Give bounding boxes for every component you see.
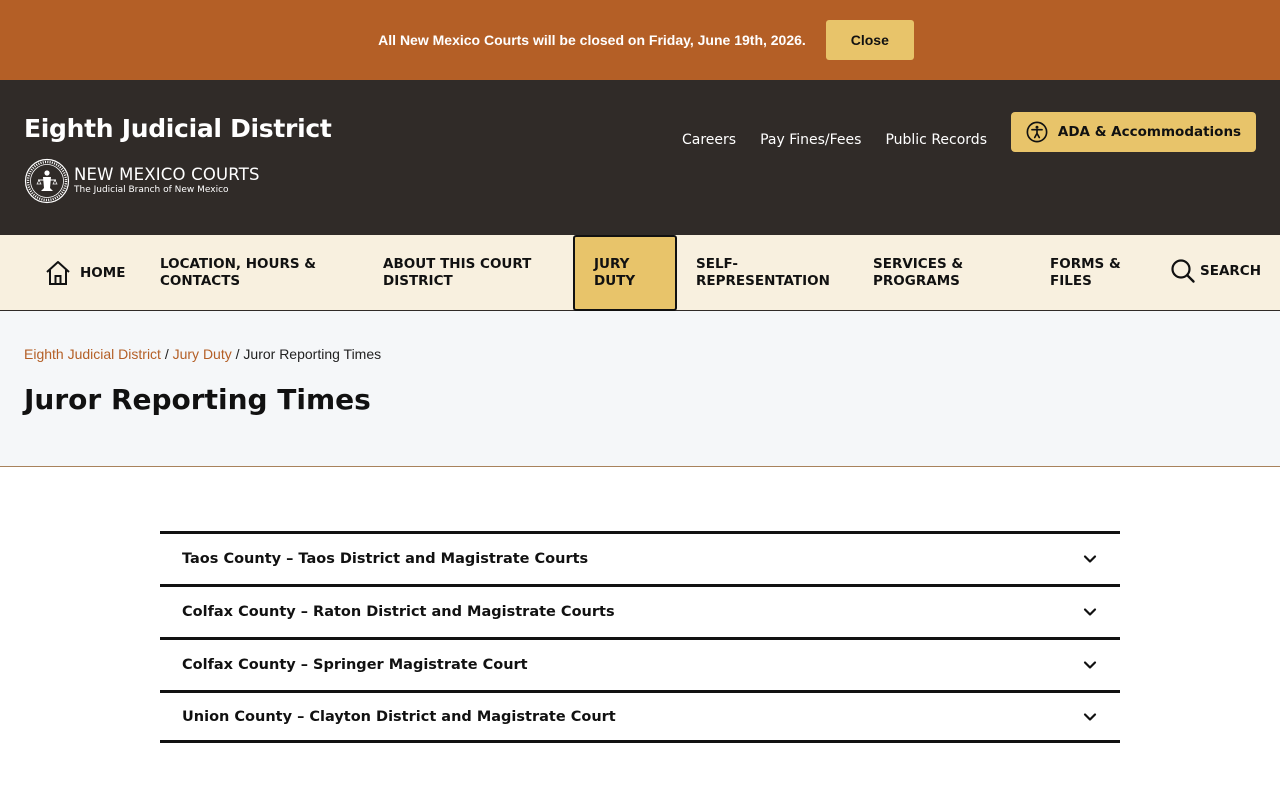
ada-button-label: ADA & Accommodations [1057, 124, 1242, 140]
nav-self-rep-line2: REPRESENTATION [696, 273, 830, 289]
nav-search-label: SEARCH [1200, 262, 1261, 279]
site-header: Eighth Judicial District NEW MEXICO COUR… [0, 80, 1280, 235]
home-icon [46, 261, 70, 285]
logo-sub-text: The Judicial Branch of New Mexico [74, 184, 229, 195]
nav-services-line2: PROGRAMS [873, 273, 960, 289]
alert-message: All New Mexico Courts will be closed on … [378, 32, 806, 48]
nav-self-representation[interactable]: SELF- REPRESENTATION [696, 235, 830, 311]
nav-location-line2: CONTACTS [160, 273, 241, 289]
nav-jury-duty[interactable]: JURY DUTY [573, 235, 677, 311]
breadcrumb-separator: / [164, 346, 169, 362]
nav-services-line1: SERVICES & [873, 256, 964, 272]
nav-self-rep-line1: SELF- [696, 256, 738, 272]
nav-forms-files[interactable]: FORMS & FILES [1050, 235, 1121, 311]
chevron-down-icon [1083, 712, 1097, 721]
nav-services-programs[interactable]: SERVICES & PROGRAMS [873, 235, 963, 311]
chevron-down-icon [1083, 661, 1097, 669]
nav-jury-line1: JURY [594, 256, 630, 272]
main-nav: HOME LOCATION, HOURS & CONTACTS ABOUT THI… [0, 235, 1280, 311]
court-seal-icon [24, 158, 70, 204]
breadcrumb-jury-duty-link[interactable]: Jury Duty [173, 346, 232, 362]
accordion-item-union-clayton[interactable]: Union County – Clayton District and Magi… [160, 690, 1120, 743]
search-icon [1171, 259, 1195, 283]
page-title: Juror Reporting Times [24, 383, 371, 416]
nav-home-label: HOME [80, 264, 126, 281]
ada-accommodations-button[interactable]: ADA & Accommodations [1011, 112, 1256, 152]
chevron-down-icon [1083, 608, 1097, 616]
public-records-link[interactable]: Public Records [885, 132, 987, 148]
nav-about-line2: DISTRICT [383, 273, 453, 289]
page-header: Eighth Judicial District / Jury Duty / J… [0, 311, 1280, 467]
pay-fines-link[interactable]: Pay Fines/Fees [760, 132, 861, 148]
chevron-down-icon [1083, 555, 1097, 563]
logo-main-text: NEW MEXICO COURTS [74, 165, 260, 185]
accordion-title: Union County – Clayton District and Magi… [182, 708, 616, 725]
nav-home[interactable]: HOME [44, 235, 125, 311]
accordion-title: Colfax County – Springer Magistrate Cour… [182, 657, 528, 673]
site-title[interactable]: Eighth Judicial District [24, 114, 332, 143]
careers-link[interactable]: Careers [682, 132, 736, 148]
breadcrumb-separator: / [235, 346, 240, 362]
nav-about-court-district[interactable]: ABOUT THIS COURT DISTRICT [383, 235, 531, 311]
nav-about-line1: ABOUT THIS COURT [383, 256, 532, 272]
accessibility-icon [1026, 121, 1048, 143]
close-alert-button[interactable]: Close [825, 20, 914, 60]
closure-alert-banner: All New Mexico Courts will be closed on … [0, 0, 1280, 80]
nav-forms-line1: FORMS & [1050, 256, 1121, 272]
utility-nav: Careers Pay Fines/Fees Public Records [682, 132, 987, 148]
nm-courts-logo[interactable]: NEW MEXICO COURTS The Judicial Branch of… [24, 158, 260, 204]
accordion-item-colfax-springer[interactable]: Colfax County – Springer Magistrate Cour… [160, 637, 1120, 690]
nav-location-line1: LOCATION, HOURS & [160, 256, 317, 272]
nav-search[interactable]: SEARCH [1170, 233, 1261, 309]
nav-location-hours-contacts[interactable]: LOCATION, HOURS & CONTACTS [160, 235, 316, 311]
breadcrumb-current: Juror Reporting Times [243, 346, 382, 362]
nav-forms-line2: FILES [1050, 273, 1092, 289]
nav-jury-line2: DUTY [594, 273, 636, 289]
accordion-item-taos[interactable]: Taos County – Taos District and Magistra… [160, 531, 1120, 584]
county-accordion: Taos County – Taos District and Magistra… [160, 531, 1120, 743]
accordion-title: Taos County – Taos District and Magistra… [182, 551, 589, 567]
breadcrumb-home-link[interactable]: Eighth Judicial District [24, 346, 161, 362]
breadcrumb: Eighth Judicial District / Jury Duty / J… [24, 346, 381, 362]
accordion-title: Colfax County – Raton District and Magis… [182, 604, 615, 620]
accordion-item-colfax-raton[interactable]: Colfax County – Raton District and Magis… [160, 584, 1120, 637]
